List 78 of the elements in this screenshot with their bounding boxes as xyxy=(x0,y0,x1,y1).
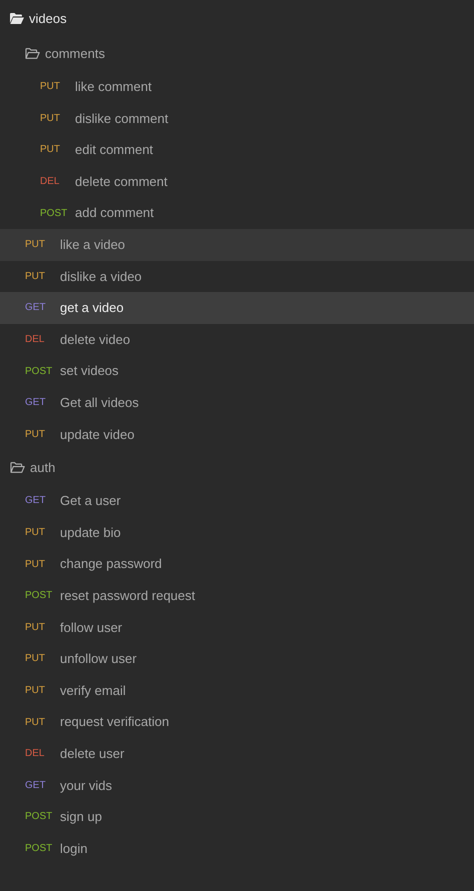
folder-row[interactable]: comments xyxy=(0,36,474,71)
request-row[interactable]: PUT unfollow user xyxy=(0,643,474,675)
method-label: PUT xyxy=(40,80,61,94)
method-label: POST xyxy=(25,842,54,856)
request-row[interactable]: DEL delete user xyxy=(0,738,474,770)
method-label: POST xyxy=(40,206,68,221)
request-name: change password xyxy=(60,555,162,574)
folder-row[interactable]: auth xyxy=(0,450,474,486)
request-row[interactable]: GET get a video xyxy=(0,292,474,324)
request-name: request verification xyxy=(60,713,170,732)
request-row[interactable]: PUT update bio xyxy=(0,516,474,548)
request-row[interactable]: PUT like comment xyxy=(0,71,474,103)
request-name: dislike a video xyxy=(60,268,142,286)
method-label: PUT xyxy=(25,238,46,252)
request-name: update video xyxy=(60,426,134,444)
method-label: PUT xyxy=(25,716,46,730)
request-name: dislike comment xyxy=(75,110,168,128)
request-row[interactable]: POST sign up xyxy=(0,801,474,833)
request-name: delete user xyxy=(60,744,124,763)
method-label: GET xyxy=(25,301,47,316)
request-row[interactable]: PUT update video xyxy=(0,418,474,450)
folder-row[interactable]: videos xyxy=(0,1,474,36)
request-row[interactable]: GET your vids xyxy=(0,769,474,802)
request-name: verify email xyxy=(60,682,126,700)
request-row[interactable]: POST add comment xyxy=(0,197,474,229)
request-row[interactable]: PUT dislike a video xyxy=(0,260,474,292)
method-label: PUT xyxy=(40,112,61,126)
request-name: edit comment xyxy=(75,141,154,160)
method-label: PUT xyxy=(40,143,61,158)
method-label: PUT xyxy=(25,270,46,284)
request-row[interactable]: POST reset password request xyxy=(0,580,474,612)
method-label: PUT xyxy=(25,620,46,635)
folder-name: comments xyxy=(45,44,105,63)
request-row[interactable]: PUT follow user xyxy=(0,612,474,644)
request-name: delete video xyxy=(60,330,130,349)
method-label: POST xyxy=(25,810,54,824)
request-row[interactable]: PUT like a video xyxy=(0,228,474,261)
request-row[interactable]: PUT request verification xyxy=(0,706,474,738)
method-label: GET xyxy=(25,494,47,508)
method-label: POST xyxy=(25,589,54,604)
method-label: PUT xyxy=(25,526,46,540)
method-label: GET xyxy=(25,778,47,793)
request-row[interactable]: PUT change password xyxy=(0,548,474,580)
request-name: unfollow user xyxy=(60,650,137,668)
request-row[interactable]: PUT verify email xyxy=(0,674,474,706)
request-row[interactable]: POST set videos xyxy=(0,355,474,387)
request-name: like a video xyxy=(60,236,126,254)
request-row[interactable]: GET Get all videos xyxy=(0,386,474,419)
method-label: PUT xyxy=(25,684,46,698)
request-row[interactable]: DEL delete comment xyxy=(0,166,474,198)
method-label: PUT xyxy=(25,428,46,442)
method-label: DEL xyxy=(25,333,46,348)
method-label: DEL xyxy=(25,747,46,762)
request-name: Get all videos xyxy=(60,394,139,412)
method-label: POST xyxy=(25,364,54,379)
method-label: GET xyxy=(25,396,47,410)
request-row[interactable]: POST login xyxy=(0,832,474,864)
request-name: login xyxy=(60,840,88,858)
request-row[interactable]: DEL delete video xyxy=(0,324,474,356)
request-name: update bio xyxy=(60,524,121,542)
folder-name: videos xyxy=(29,10,67,28)
folder-name: auth xyxy=(30,458,56,477)
request-name: your vids xyxy=(60,776,112,795)
method-label: PUT xyxy=(25,652,46,666)
request-name: set videos xyxy=(60,362,119,380)
request-row[interactable]: GET Get a user xyxy=(0,485,474,517)
request-name: get a video xyxy=(60,299,124,318)
request-row[interactable]: PUT edit comment xyxy=(0,134,474,166)
request-name: delete comment xyxy=(75,172,168,191)
request-name: reset password request xyxy=(60,586,196,605)
request-name: follow user xyxy=(60,618,122,637)
method-label: DEL xyxy=(40,175,60,190)
request-name: Get a user xyxy=(60,492,121,510)
request-name: add comment xyxy=(75,204,154,222)
method-label: PUT xyxy=(25,558,46,572)
request-row[interactable]: PUT dislike comment xyxy=(0,102,474,134)
request-name: like comment xyxy=(75,78,152,96)
request-name: sign up xyxy=(60,808,102,826)
